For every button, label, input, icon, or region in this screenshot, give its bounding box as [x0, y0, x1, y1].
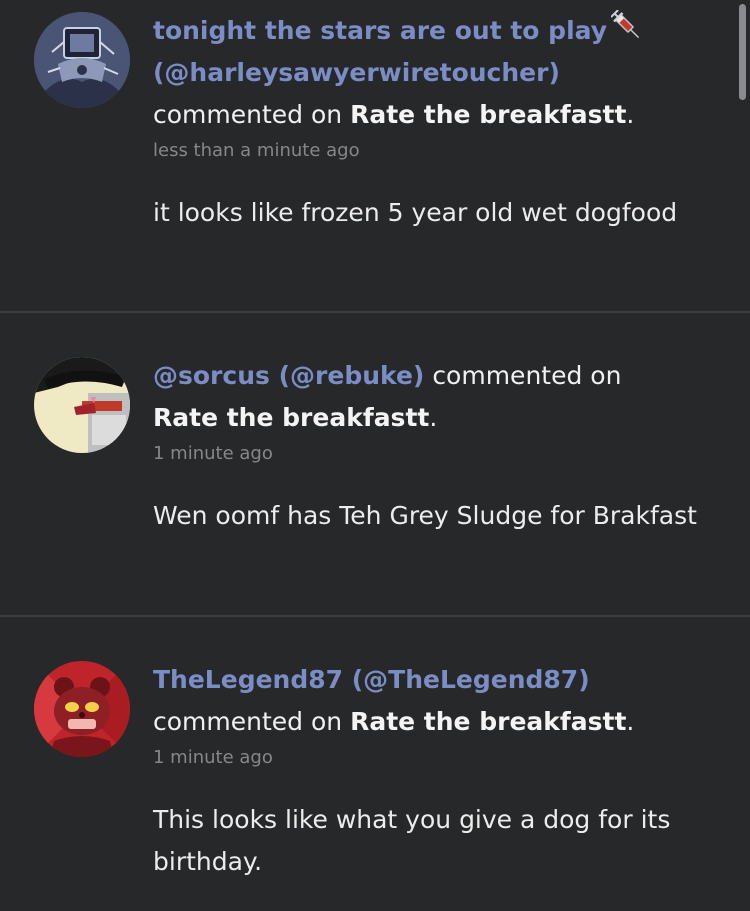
notification-feed: tonight the stars are out to play (@harle… — [0, 0, 750, 911]
syringe-icon — [610, 9, 645, 44]
timestamp: 1 minute ago — [153, 747, 273, 768]
notification-content: tonight the stars are out to play (@harle… — [153, 9, 713, 234]
avatar[interactable] — [34, 12, 130, 108]
period: . — [626, 100, 635, 129]
comment-text: it looks like frozen 5 year old wet dogf… — [153, 198, 678, 227]
username-link[interactable]: @sorcus (@rebuke) — [153, 361, 424, 390]
timestamp: less than a minute ago — [153, 140, 360, 161]
notification-headline: tonight the stars are out to play (@harle… — [153, 9, 713, 136]
period: . — [429, 403, 438, 432]
post-title-link[interactable]: Rate the breakfastt — [350, 100, 626, 129]
comment-text: Wen oomf has Teh Grey Sludge for Brakfas… — [153, 501, 697, 530]
notification-headline: @sorcus (@rebuke) commented on Rate the … — [153, 355, 713, 439]
username: TheLegend87 — [153, 665, 344, 694]
post-title-link[interactable]: Rate the breakfastt — [153, 403, 429, 432]
user-handle: (@harleysawyerwiretoucher) — [153, 58, 560, 87]
timestamp: 1 minute ago — [153, 443, 273, 464]
user-handle: (@rebuke) — [278, 361, 425, 390]
username-link[interactable]: tonight the stars are out to play (@harle… — [153, 9, 645, 87]
notification-content: TheLegend87 (@TheLegend87) commented on … — [153, 659, 713, 883]
notification-content: @sorcus (@rebuke) commented on Rate the … — [153, 355, 713, 537]
avatar[interactable] — [34, 661, 130, 757]
comment-text: This looks like what you give a dog for … — [153, 805, 671, 876]
action-text: commented on — [432, 361, 622, 390]
scrollbar-thumb[interactable] — [739, 4, 746, 100]
notification-item[interactable]: tonight the stars are out to play (@harle… — [0, 0, 750, 313]
user-handle: (@TheLegend87) — [351, 665, 590, 694]
post-title-link[interactable]: Rate the breakfastt — [350, 707, 626, 736]
period: . — [626, 707, 635, 736]
avatar[interactable] — [34, 357, 130, 453]
username-link[interactable]: TheLegend87 (@TheLegend87) — [153, 665, 590, 694]
action-text: commented on — [153, 707, 343, 736]
notification-headline: TheLegend87 (@TheLegend87) commented on … — [153, 659, 713, 743]
notification-item[interactable]: TheLegend87 (@TheLegend87) commented on … — [0, 617, 750, 911]
username: tonight the stars are out to play — [153, 16, 608, 45]
notification-item[interactable]: @sorcus (@rebuke) commented on Rate the … — [0, 313, 750, 617]
username: @sorcus — [153, 361, 270, 390]
action-text: commented on — [153, 100, 343, 129]
